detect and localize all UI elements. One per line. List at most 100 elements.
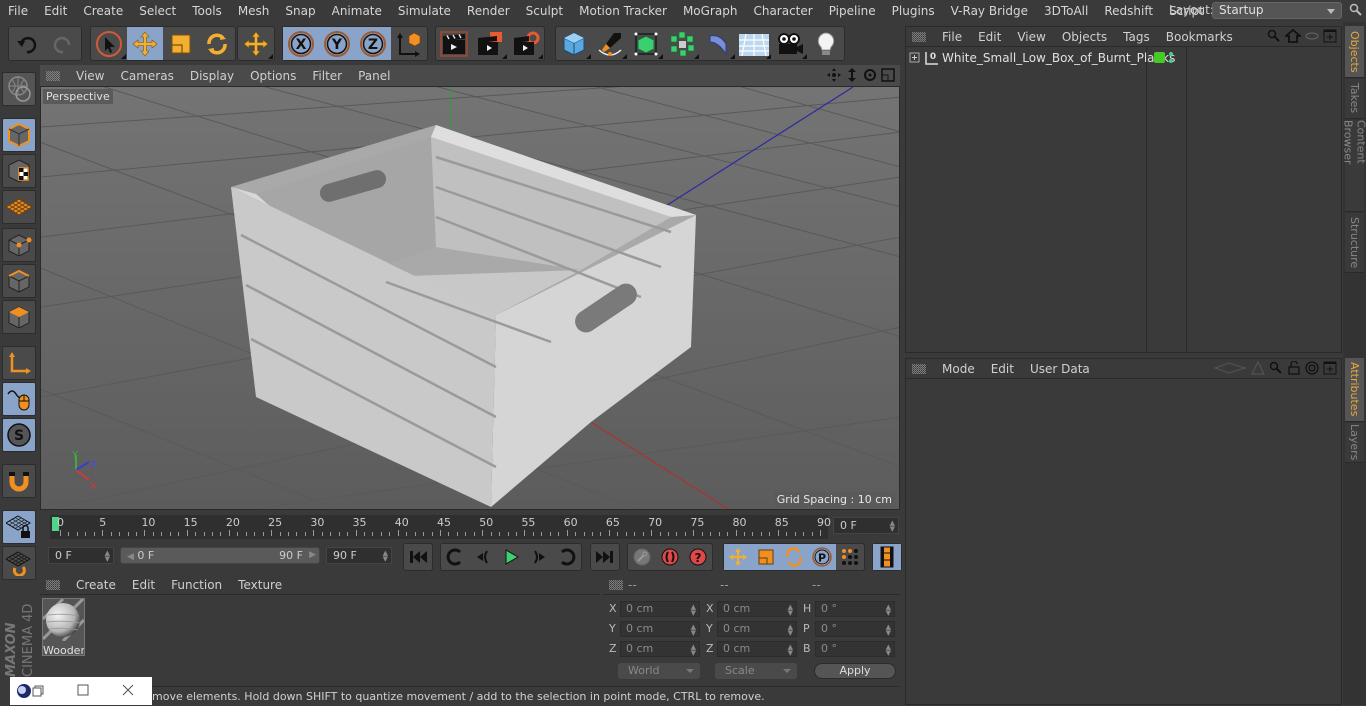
key-parameter-button[interactable]: P: [808, 544, 836, 570]
workplane-align-button[interactable]: [2, 546, 36, 580]
key-scale-button[interactable]: [752, 544, 780, 570]
subdivision-button[interactable]: [628, 27, 664, 60]
recent-move-button[interactable]: [238, 27, 274, 60]
size-mode-dropdown[interactable]: Scale: [715, 663, 797, 679]
am-menu-user-data[interactable]: User Data: [1022, 362, 1098, 376]
light-button[interactable]: [808, 27, 844, 60]
menu-render[interactable]: Render: [459, 0, 518, 22]
render-view-button[interactable]: [436, 27, 472, 60]
panel-grip[interactable]: [46, 70, 60, 81]
polygon-mode-button[interactable]: [2, 300, 36, 334]
material-menu-function[interactable]: Function: [163, 578, 230, 592]
key-position-button[interactable]: [724, 544, 752, 570]
maximize-icon[interactable]: [77, 684, 89, 696]
autokey-button[interactable]: ?: [684, 544, 712, 570]
viewport-menu-filter[interactable]: Filter: [304, 69, 350, 83]
cube-button[interactable]: [556, 27, 592, 60]
menu-simulate[interactable]: Simulate: [390, 0, 459, 22]
end-frame-field[interactable]: 90 F ▲ ▼: [326, 547, 392, 564]
go-to-start-button[interactable]: [404, 544, 432, 570]
menu-motion-tracker[interactable]: Motion Tracker: [571, 0, 675, 22]
prev-keyframe-button[interactable]: [441, 544, 469, 570]
timeline-ruler[interactable]: 0 5 10 15 20 25 30 35 40 45 50 55 60 65 70 75 80 85 90: [50, 515, 831, 539]
panel-grip[interactable]: [912, 363, 926, 374]
timeline-window-button[interactable]: [873, 544, 901, 570]
play-button[interactable]: [497, 544, 525, 570]
rot-b-field[interactable]: 0 ° ▲ ▼: [815, 641, 895, 657]
expand-icon[interactable]: [909, 52, 921, 64]
am-menu-mode[interactable]: Mode: [934, 362, 983, 376]
pan-view-icon[interactable]: [826, 67, 842, 83]
menu-vray-bridge[interactable]: V-Ray Bridge: [943, 0, 1036, 22]
move-tool-button[interactable]: [127, 27, 163, 60]
rotate-view-icon[interactable]: [862, 67, 878, 83]
panel-grip[interactable]: [912, 31, 926, 42]
z-axis-button[interactable]: Z: [355, 27, 391, 60]
menu-select[interactable]: Select: [131, 0, 184, 22]
menu-character[interactable]: Character: [745, 0, 820, 22]
material-swatch[interactable]: Wooden: [41, 597, 86, 657]
lock-icon[interactable]: [1287, 361, 1301, 375]
go-to-end-button[interactable]: [591, 544, 619, 570]
search-icon[interactable]: [1349, 3, 1363, 17]
new-panel-icon[interactable]: [1323, 361, 1337, 375]
tab-structure[interactable]: Structure: [1345, 213, 1364, 273]
render-visibility-dot[interactable]: [1169, 59, 1173, 63]
cloner-button[interactable]: [664, 27, 700, 60]
menu-tools[interactable]: Tools: [184, 0, 230, 22]
close-icon[interactable]: [122, 684, 134, 696]
range-left-arrow[interactable]: ◀: [127, 552, 134, 562]
live-selection-button[interactable]: [91, 27, 127, 60]
apply-button[interactable]: Apply: [814, 663, 896, 679]
menu-snap[interactable]: Snap: [277, 0, 323, 22]
back-arrow-icon[interactable]: [1213, 361, 1247, 375]
size-x-field[interactable]: 0 cm ▲ ▼: [717, 601, 797, 617]
coordinate-system-button[interactable]: [391, 27, 427, 60]
pen-spline-button[interactable]: [592, 27, 628, 60]
next-keyframe-button[interactable]: [553, 544, 581, 570]
workplane-lock-button[interactable]: [2, 510, 36, 544]
edge-mode-button[interactable]: [2, 264, 36, 298]
key-pla-button[interactable]: [836, 544, 864, 570]
menu-3dtoall[interactable]: 3DToAll: [1036, 0, 1096, 22]
menu-pipeline[interactable]: Pipeline: [821, 0, 884, 22]
object-row[interactable]: 0 White_Small_Low_Box_of_Burnt_Planks: [906, 49, 1342, 67]
viewport-menu-view[interactable]: View: [68, 69, 112, 83]
motion-record-button[interactable]: [628, 544, 656, 570]
3d-viewport[interactable]: Y Z X Perspective Grid Spacing : 10 cm: [40, 86, 900, 510]
point-mode-button[interactable]: [2, 228, 36, 262]
editor-visibility-dot[interactable]: [1169, 52, 1173, 56]
menu-sculpt[interactable]: Sculpt: [518, 0, 571, 22]
layout-dropdown[interactable]: Startup: [1212, 2, 1342, 19]
axis-mode-button[interactable]: [2, 346, 36, 380]
rotate-tool-button[interactable]: [199, 27, 235, 60]
home-icon[interactable]: [1285, 29, 1301, 43]
up-arrow-icon[interactable]: [1251, 361, 1265, 375]
object-name[interactable]: White_Small_Low_Box_of_Burnt_Planks: [942, 51, 1175, 65]
camera-button[interactable]: [772, 27, 808, 60]
workplane-mode-button[interactable]: [2, 190, 36, 224]
redo-button[interactable]: [45, 27, 81, 60]
layer-color-swatch[interactable]: [1154, 52, 1165, 63]
pos-z-field[interactable]: 0 cm ▲ ▼: [620, 641, 700, 657]
x-axis-button[interactable]: X: [283, 27, 319, 60]
viewport-menu-options[interactable]: Options: [242, 69, 304, 83]
viewport-menu-panel[interactable]: Panel: [350, 69, 398, 83]
search-icon[interactable]: [1267, 29, 1281, 43]
menu-mograph[interactable]: MoGraph: [675, 0, 746, 22]
menu-file[interactable]: File: [0, 0, 36, 22]
zoom-view-icon[interactable]: [844, 67, 860, 83]
tab-content-browser[interactable]: Content Browser: [1342, 120, 1366, 212]
restore-icon[interactable]: [32, 685, 44, 697]
target-icon[interactable]: [1305, 361, 1319, 375]
frame-range-slider[interactable]: ◀ 0 F 90 F ▶: [120, 547, 320, 564]
eye-icon[interactable]: [1305, 31, 1319, 41]
magnet-button[interactable]: [2, 464, 36, 498]
size-z-field[interactable]: 0 cm ▲ ▼: [717, 641, 797, 657]
model-mode-button[interactable]: [2, 118, 36, 152]
deformer-button[interactable]: [700, 27, 736, 60]
coordinate-system-dropdown[interactable]: World: [618, 663, 700, 679]
menu-redshift[interactable]: Redshift: [1096, 0, 1161, 22]
tweak-mode-button[interactable]: [2, 382, 36, 416]
tab-takes[interactable]: Takes: [1345, 79, 1364, 119]
